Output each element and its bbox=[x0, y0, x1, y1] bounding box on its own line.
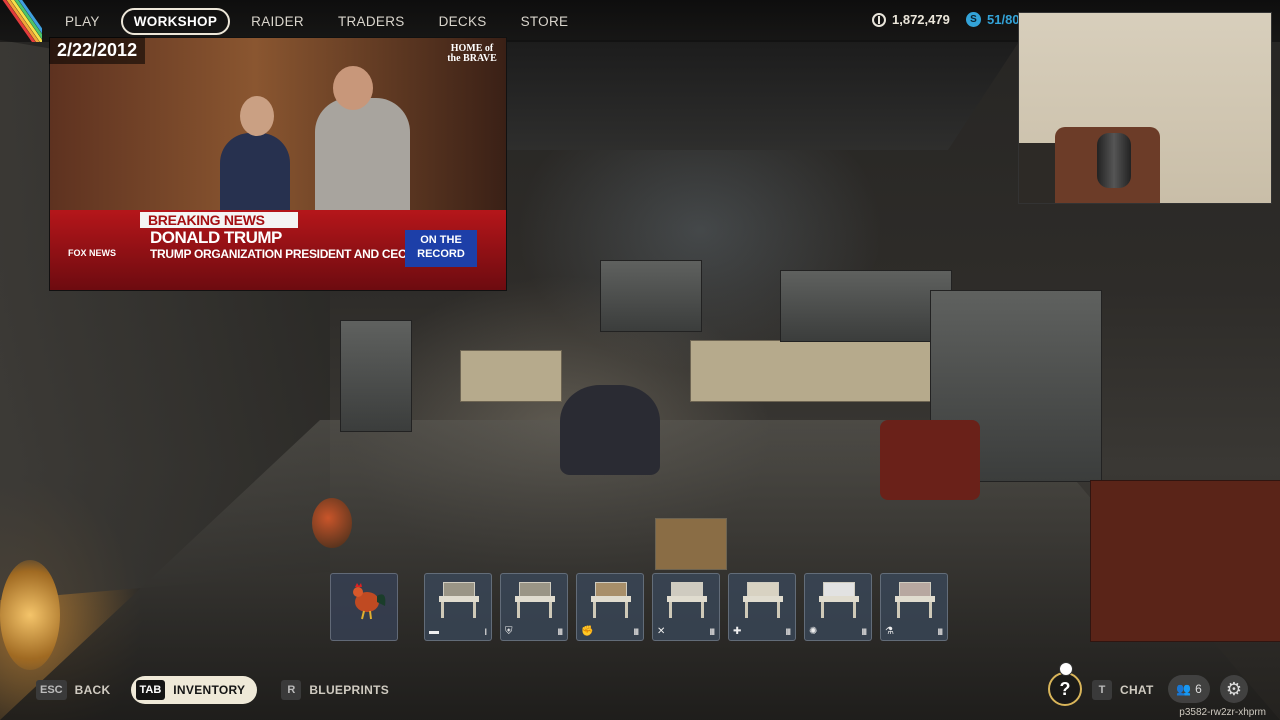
bench-icon: ▬ bbox=[429, 626, 439, 637]
nav-traders[interactable]: TRADERS bbox=[325, 8, 418, 35]
microphone-icon bbox=[1097, 133, 1131, 188]
blueprints-button[interactable]: R BLUEPRINTS bbox=[281, 680, 389, 700]
news-headline: DONALD TRUMP bbox=[150, 228, 282, 247]
workbench-icon bbox=[889, 580, 941, 620]
video-head-right bbox=[333, 66, 373, 110]
nav-decks[interactable]: DECKS bbox=[426, 8, 500, 35]
tier-label: III bbox=[861, 627, 866, 637]
help-button[interactable]: ? bbox=[1048, 662, 1082, 706]
plus-icon: ✚ bbox=[733, 626, 742, 637]
desk-left bbox=[460, 350, 562, 402]
explosive-icon: ✺ bbox=[809, 626, 818, 637]
main-nav: PLAY WORKSHOP RAIDER TRADERS DECKS STORE bbox=[52, 8, 589, 35]
party-count: 6 bbox=[1195, 682, 1202, 696]
home-of-the-brave-logo: HOME of the BRAVE bbox=[447, 43, 497, 64]
workbench-icon bbox=[433, 580, 485, 620]
webcam-shelf bbox=[1019, 143, 1055, 203]
crossed-tools-icon: ✕ bbox=[657, 626, 666, 637]
people-icon: 👥 bbox=[1176, 682, 1192, 696]
tier-label: III bbox=[709, 627, 714, 637]
record-line2: RECORD bbox=[417, 248, 465, 260]
nav-raider[interactable]: RAIDER bbox=[238, 8, 317, 35]
nav-store[interactable]: STORE bbox=[508, 8, 582, 35]
nav-play[interactable]: PLAY bbox=[52, 8, 113, 35]
raider-tokens-value: 51/80 bbox=[987, 12, 1020, 27]
bottom-left-controls: ESC BACK TAB INVENTORY R BLUEPRINTS bbox=[36, 676, 389, 704]
on-the-record-badge: ON THE RECORD bbox=[405, 230, 477, 267]
brand-stripes-icon bbox=[0, 0, 42, 42]
hotbar-slot-gunsmith[interactable]: ⛨ III bbox=[500, 573, 568, 641]
red-cabinet bbox=[1090, 480, 1280, 642]
workbench-icon bbox=[737, 580, 789, 620]
rooster-in-scene bbox=[312, 498, 352, 548]
r-key-hint: R bbox=[281, 680, 302, 700]
workbench-icon bbox=[661, 580, 713, 620]
hotbar-slot-explosives-station[interactable]: ✺ III bbox=[804, 573, 872, 641]
back-button[interactable]: ESC BACK bbox=[36, 680, 111, 700]
tab-key-hint: TAB bbox=[135, 680, 166, 700]
inventory-label: INVENTORY bbox=[173, 683, 246, 697]
tier-label: I bbox=[484, 627, 486, 637]
hotbar-slot-workbench[interactable]: ▬ I bbox=[424, 573, 492, 641]
news-subline: TRUMP ORGANIZATION PRESIDENT AND CEO bbox=[150, 247, 407, 261]
stove bbox=[340, 320, 412, 432]
chat-button[interactable]: T CHAT bbox=[1092, 680, 1154, 700]
session-id: p3582-rw2zr-xhprm bbox=[1179, 707, 1266, 718]
coins-value: 1,872,479 bbox=[892, 12, 950, 27]
tier-label: III bbox=[633, 627, 638, 637]
news-video-overlay: HOME of the BRAVE BREAKING NEWS DONALD T… bbox=[49, 37, 507, 291]
help-label: ? bbox=[1059, 679, 1071, 699]
settings-button[interactable]: ⚙ bbox=[1220, 675, 1248, 703]
esc-key-hint: ESC bbox=[36, 680, 67, 700]
party-button[interactable]: 👥 6 bbox=[1168, 675, 1210, 703]
raider-tokens-icon: S bbox=[966, 12, 981, 27]
flask-icon: ⚗ bbox=[885, 626, 894, 637]
armchair bbox=[560, 385, 660, 475]
hint-bulb-icon bbox=[1059, 662, 1073, 676]
webcam-overlay bbox=[1018, 12, 1272, 204]
fist-icon: ✊ bbox=[581, 626, 594, 637]
workbench-icon bbox=[585, 580, 637, 620]
desk-center bbox=[690, 340, 942, 402]
shield-icon: ⛨ bbox=[505, 626, 513, 637]
gear-icon: ⚙ bbox=[1225, 679, 1243, 699]
workbench-icon bbox=[509, 580, 561, 620]
hotbar-slot-refiner[interactable]: ⚗ III bbox=[880, 573, 948, 641]
console-back bbox=[600, 260, 702, 332]
rooster-icon bbox=[353, 583, 386, 620]
record-line1: ON THE bbox=[420, 234, 462, 246]
chat-label: CHAT bbox=[1120, 683, 1154, 697]
video-head-left bbox=[240, 96, 274, 136]
hotbar-slot-rooster[interactable] bbox=[330, 573, 398, 641]
tier-label: III bbox=[557, 627, 562, 637]
nav-workshop[interactable]: WORKSHOP bbox=[120, 8, 231, 35]
t-key-hint: T bbox=[1092, 680, 1112, 700]
globe-lamp bbox=[0, 560, 60, 670]
red-chair bbox=[880, 420, 980, 500]
tier-label: III bbox=[937, 627, 942, 637]
back-label: BACK bbox=[74, 683, 111, 697]
workbench-icon bbox=[813, 580, 865, 620]
hotbar-slot-weapon-bench[interactable]: ✕ III bbox=[652, 573, 720, 641]
inventory-button[interactable]: TAB INVENTORY bbox=[130, 676, 258, 704]
crate bbox=[655, 518, 727, 570]
hotbar-slot-medical-lab[interactable]: ✚ III bbox=[728, 573, 796, 641]
hotbar-slot-gear-bench[interactable]: ✊ III bbox=[576, 573, 644, 641]
tier-label: III bbox=[785, 627, 790, 637]
raider-tokens-balance: S 51/80 bbox=[966, 12, 1020, 27]
date-badge: 2/22/2012 bbox=[49, 37, 146, 64]
coins-icon bbox=[872, 12, 886, 27]
network-logo: FOX NEWS bbox=[68, 248, 117, 258]
breaking-news-label: BREAKING NEWS bbox=[140, 212, 298, 228]
console-shelf bbox=[780, 270, 952, 342]
blueprints-label: BLUEPRINTS bbox=[309, 683, 390, 697]
coins-balance: 1,872,479 bbox=[872, 12, 950, 27]
